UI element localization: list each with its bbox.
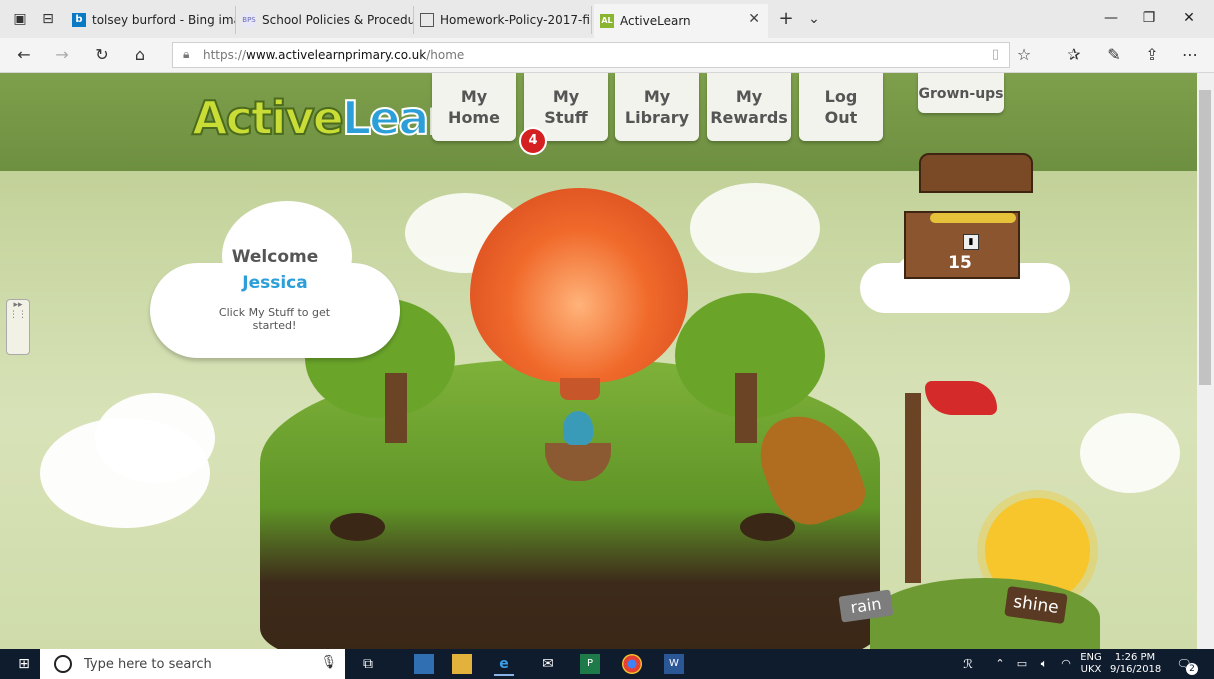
- clock[interactable]: 1:26 PM 9/16/2018: [1110, 652, 1161, 676]
- tab-bing-image[interactable]: b tolsey burford - Bing image: [66, 6, 236, 34]
- forward-icon[interactable]: →: [52, 45, 72, 65]
- hill-illustration: [870, 578, 1100, 649]
- bing-icon: b: [72, 13, 86, 27]
- tab-homework-policy[interactable]: Homework-Policy-2017-fina: [414, 6, 592, 34]
- cloud-decoration: [690, 183, 820, 273]
- grown-ups-button[interactable]: Grown-ups: [918, 73, 1004, 113]
- volume-icon[interactable]: 🔈︎: [1034, 654, 1054, 674]
- hole-decoration: [740, 513, 795, 541]
- windows-taskbar: ⊞ Type here to search 🎙︎ ⧉ e ✉ P W ℛ ⌃ ▭…: [0, 649, 1214, 679]
- task-view-icon[interactable]: ⧉: [358, 654, 378, 674]
- welcome-greeting: Welcome: [231, 247, 319, 267]
- favorites-hub-icon[interactable]: ✰: [1064, 45, 1084, 65]
- windows-start-icon[interactable]: ⊞: [14, 654, 34, 674]
- bare-tree-illustration: [905, 393, 921, 583]
- tab-label: School Policies & Procedure: [262, 13, 414, 27]
- tray-chevron-icon[interactable]: ⌃: [990, 654, 1010, 674]
- treasure-count: 15: [948, 253, 972, 273]
- lock-icon: ▮: [963, 234, 979, 250]
- nav-my-home[interactable]: My Home: [432, 73, 516, 141]
- browser-toolbar: ← → ↻ ⌂ 🔒︎ https://www.activelearnprimar…: [0, 38, 1214, 73]
- mail-icon[interactable]: ✉: [538, 654, 558, 674]
- more-icon[interactable]: ⋯: [1180, 45, 1200, 65]
- tab-label: ActiveLearn: [620, 14, 691, 28]
- nav-my-library[interactable]: My Library: [615, 73, 699, 141]
- battery-icon[interactable]: ▭: [1012, 654, 1032, 674]
- cloud-decoration: [1080, 413, 1180, 493]
- favorite-star-icon[interactable]: ☆: [1014, 45, 1034, 65]
- language-indicator[interactable]: ENG UKX: [1076, 652, 1106, 676]
- tree-trunk: [735, 373, 757, 443]
- activelearn-icon: AL: [600, 14, 614, 28]
- hot-air-balloon-illustration: [470, 188, 688, 383]
- project-app-icon[interactable]: P: [580, 654, 600, 674]
- set-aside-tabs-icon[interactable]: ⊟: [38, 9, 58, 29]
- character-in-basket: [563, 411, 593, 445]
- tab-label: Homework-Policy-2017-fina: [440, 13, 592, 27]
- bps-icon: BPS: [242, 13, 256, 27]
- welcome-hint: Click My Stuff to get started!: [218, 306, 331, 332]
- flag-illustration: [925, 381, 997, 415]
- close-tab-icon[interactable]: ✕: [748, 11, 760, 27]
- edge-icon[interactable]: e: [494, 654, 514, 676]
- microphone-icon[interactable]: 🎙︎: [320, 655, 337, 670]
- url-text: https://www.activelearnprimary.co.uk/hom…: [203, 48, 465, 62]
- activelearn-page: rain shine ActiveLearn My Home My Stuff …: [0, 73, 1197, 649]
- hole-decoration: [330, 513, 385, 541]
- share-icon[interactable]: ⇪: [1142, 45, 1162, 65]
- my-stuff-badge: 4: [519, 127, 547, 155]
- browser-tab-strip: ▣ ⊟ b tolsey burford - Bing image BPS Sc…: [0, 0, 1214, 38]
- tab-label: tolsey burford - Bing image: [92, 13, 235, 27]
- chevron-down-icon[interactable]: ⌄: [804, 9, 824, 29]
- tab-school-policies[interactable]: BPS School Policies & Procedure: [236, 6, 414, 34]
- back-icon[interactable]: ←: [14, 45, 34, 65]
- people-icon[interactable]: ℛ: [958, 654, 978, 674]
- word-icon[interactable]: W: [664, 654, 684, 674]
- tab-activelearn[interactable]: AL ActiveLearn ✕: [594, 4, 768, 38]
- address-bar[interactable]: 🔒︎ https://www.activelearnprimary.co.uk/…: [172, 42, 1010, 68]
- document-icon: [420, 13, 434, 27]
- chrome-icon[interactable]: [622, 654, 642, 674]
- reading-view-icon[interactable]: ▯: [992, 47, 999, 62]
- close-window-icon[interactable]: ✕: [1180, 10, 1198, 26]
- notification-count: 2: [1186, 663, 1198, 675]
- balloon-base: [560, 378, 600, 400]
- restore-icon[interactable]: ❐: [1140, 10, 1158, 26]
- scrollbar-thumb[interactable]: [1199, 90, 1211, 385]
- tree-trunk: [385, 373, 407, 443]
- wifi-icon[interactable]: ◠: [1056, 654, 1076, 674]
- nav-my-rewards[interactable]: My Rewards: [707, 73, 791, 141]
- gold-coins: [930, 213, 1016, 223]
- nav-log-out[interactable]: Log Out: [799, 73, 883, 141]
- lock-icon: 🔒︎: [183, 47, 190, 61]
- store-app-icon[interactable]: [414, 654, 434, 674]
- cloud-decoration: [95, 393, 215, 483]
- welcome-name: Jessica: [242, 273, 308, 293]
- file-explorer-icon[interactable]: [452, 654, 472, 674]
- refresh-icon[interactable]: ↻: [92, 45, 112, 65]
- cortana-icon: [54, 655, 72, 673]
- pen-icon[interactable]: ✎: [1104, 45, 1124, 65]
- taskbar-search[interactable]: Type here to search 🎙︎: [40, 649, 345, 679]
- new-tab-icon[interactable]: +: [776, 9, 796, 29]
- tab-preview-icon[interactable]: ▣: [10, 9, 30, 29]
- home-icon[interactable]: ⌂: [130, 45, 150, 65]
- minimize-icon[interactable]: —: [1102, 10, 1120, 26]
- chest-lid: [919, 153, 1033, 193]
- side-panel-handle[interactable]: ▸▸ ⋮⋮: [6, 299, 30, 355]
